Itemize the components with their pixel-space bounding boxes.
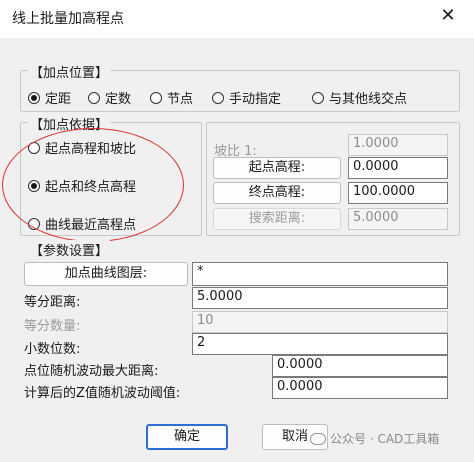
equal-count-input[interactable]: 10: [192, 311, 448, 333]
start-elevation-button[interactable]: 起点高程:: [213, 157, 341, 179]
max-random-distance-input[interactable]: 0.0000: [272, 355, 448, 377]
radio-label: 手动指定: [229, 92, 282, 107]
radio-dot-icon: [28, 91, 40, 104]
search-distance-input[interactable]: 5.0000: [348, 208, 448, 230]
radio-dot-icon: [28, 141, 40, 154]
wechat-icon: [310, 432, 326, 445]
title-bar: 线上批量加高程点 ✕: [0, 0, 474, 38]
radio-dot-icon: [212, 91, 224, 104]
start-elevation-input[interactable]: 0.0000: [348, 157, 448, 179]
basis-group-legend: 【加点依据】: [28, 114, 111, 133]
radio-label: 起点高程和坡比: [45, 142, 137, 157]
radio-dot-icon: [28, 179, 40, 192]
radio-nearest-curve-point[interactable]: 曲线最近高程点: [28, 214, 136, 233]
radio-fixed-count[interactable]: 定数: [88, 88, 131, 107]
radio-label: 起点和终点高程: [45, 180, 137, 195]
radio-label: 曲线最近高程点: [45, 218, 137, 233]
watermark-text: 公众号 · CAD工具箱: [330, 432, 440, 446]
radio-dot-icon: [150, 91, 162, 104]
equal-count-label: 等分数量:: [24, 319, 81, 334]
search-distance-button[interactable]: 搜索距离:: [213, 208, 341, 230]
params-group-legend: 【参数设置】: [28, 240, 111, 259]
radio-start-end-elev[interactable]: 起点和终点高程: [28, 176, 136, 195]
z-random-threshold-input[interactable]: 0.0000: [272, 377, 448, 399]
close-icon[interactable]: ✕: [436, 4, 460, 28]
max-random-distance-label: 点位随机波动最大距离:: [24, 364, 159, 379]
radio-dot-icon: [88, 91, 100, 104]
radio-intersection[interactable]: 与其他线交点: [312, 88, 407, 107]
radio-dot-icon: [312, 91, 324, 104]
radio-label: 定距: [45, 92, 72, 107]
end-elevation-button[interactable]: 终点高程:: [213, 182, 341, 204]
window-title: 线上批量加高程点: [12, 11, 124, 27]
decimal-places-input[interactable]: 2: [192, 333, 448, 355]
decimal-places-label: 小数位数:: [24, 342, 81, 357]
curve-layer-button[interactable]: 加点曲线图层:: [24, 262, 188, 286]
radio-fixed-distance[interactable]: 定距: [28, 88, 71, 107]
radio-start-elev-slope[interactable]: 起点高程和坡比: [28, 138, 136, 157]
radio-label: 节点: [167, 92, 194, 107]
ok-button[interactable]: 确定: [146, 424, 228, 450]
radio-nodes[interactable]: 节点: [150, 88, 193, 107]
curve-layer-input[interactable]: *: [192, 262, 448, 286]
radio-label: 定数: [105, 92, 132, 107]
radio-label: 与其他线交点: [329, 92, 408, 107]
z-random-threshold-label: 计算后的Z值随机波动阈值:: [24, 386, 181, 401]
radio-manual[interactable]: 手动指定: [212, 88, 281, 107]
radio-dot-icon: [28, 217, 40, 230]
watermark: 公众号 · CAD工具箱: [310, 430, 439, 447]
end-elevation-input[interactable]: 100.0000: [348, 182, 448, 204]
equal-distance-input[interactable]: 5.0000: [192, 287, 448, 309]
equal-distance-label: 等分距离:: [24, 295, 81, 310]
position-group-legend: 【加点位置】: [28, 62, 111, 81]
slope-input[interactable]: 1.0000: [348, 134, 448, 156]
